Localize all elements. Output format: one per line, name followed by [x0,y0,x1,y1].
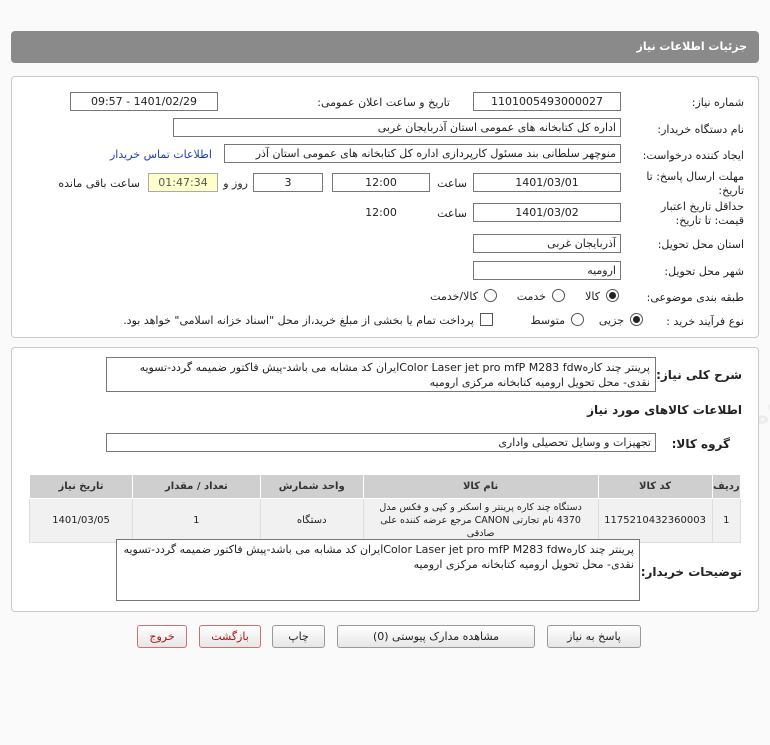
reply-time-field: 12:00 [332,173,430,192]
reply-time-label: ساعت [437,177,467,190]
remaining-label: ساعت باقی مانده [58,177,140,190]
attachments-button[interactable]: مشاهده مدارک پیوستی (0) [337,625,535,648]
cell-code: 1175210432360003 [597,498,713,543]
category-radio-goods[interactable] [606,289,619,302]
col-date: تاریخ نیاز [28,474,134,499]
cell-qty: 1 [132,498,261,543]
category-radio-goods-service[interactable] [484,289,497,302]
treasury-payment-checkbox[interactable] [480,313,493,326]
city-field: ارومیه [473,261,621,280]
cell-row: 1 [711,498,742,543]
goods-group-field: تجهیزات و وسایل تحصیلی واداری [106,433,656,452]
treasury-payment-note: پرداخت تمام یا بخشی از مبلغ خرید،از محل … [123,314,474,327]
process-option-medium: متوسط [530,314,565,327]
goods-table: ردیف کد کالا نام کالا واحد شمارش تعداد /… [28,474,742,543]
category-option-goods-service: کالا/خدمت [430,290,478,303]
reply-date-field: 1401/03/01 [473,173,621,192]
category-label: طبقه بندی موضوعی: [646,291,744,304]
validity-date-field: 1401/03/02 [473,203,621,222]
cell-name: دستگاه چند کاره پرینتر و اسکنر و کپی و ف… [362,498,599,543]
buyer-contact-link[interactable]: اطلاعات تماس خریدار [110,148,212,161]
days-label: روز و [223,177,248,190]
goods-group-label: گروه کالا: [671,437,730,451]
need-number-label: شماره نیاز: [691,96,744,109]
buyer-org-label: نام دستگاه خریدار: [657,123,744,136]
page-title: جزئیات اطلاعات نیاز [11,31,759,63]
col-qty: تعداد / مقدار [132,474,261,499]
col-row: ردیف [711,474,742,499]
process-radio-minor[interactable] [630,313,643,326]
category-option-service: خدمت [516,290,546,303]
city-label: شهر محل تحویل: [664,265,744,278]
process-radio-medium[interactable] [571,313,584,326]
col-name: نام کالا [362,474,599,499]
table-row: 1 1175210432360003 دستگاه چند کاره پرینت… [28,498,742,543]
validity-label-2: قیمت: تا تاریخ: [675,214,744,227]
creator-label: ایجاد کننده درخواست: [642,149,744,162]
category-radio-service[interactable] [552,289,565,302]
reply-deadline-label-2: تاریخ: [718,184,744,197]
reply-button[interactable]: پاسخ به نیاز [547,625,641,648]
goods-section-title: اطلاعات کالاهای مورد نیاز [587,403,742,417]
need-number-field: 1101005493000027 [473,92,621,111]
cell-unit: دستگاه [259,498,364,543]
creator-field: منوچهر سلطانی بند مسئول کارپردازی اداره … [224,144,621,163]
back-button[interactable]: بازگشت [199,625,261,648]
buyer-notes-label: توضیحات خریدار: [640,565,742,579]
print-button[interactable]: چاپ [272,625,325,648]
exit-button[interactable]: خروج [137,625,187,648]
category-option-goods: کالا [585,290,600,303]
remaining-time-field: 01:47:34 [148,173,218,192]
announce-field: 1401/02/29 - 09:57 [70,92,218,111]
process-option-minor: جزیی [598,314,624,327]
buyer-org-field: اداره کل کتابخانه های عمومی استان آذربای… [173,118,621,137]
days-field: 3 [253,173,323,192]
process-label: نوع فرآیند خرید : [666,315,744,328]
province-label: استان محل تحویل: [657,238,744,251]
col-code: کد کالا [597,474,713,499]
summary-text: پرینتر چند کارهColor Laser jet pro mfP M… [106,357,656,392]
cell-date: 1401/03/05 [28,498,134,543]
page: ParsNamadData پایگاه اطلاع رسانی مناقصات… [0,0,770,745]
summary-label: شرح کلی نیاز: [656,368,742,382]
validity-label: حداقل تاریخ اعتبار [660,200,744,213]
validity-time-label: ساعت [437,207,467,220]
validity-time-field: 12:00 [365,206,397,219]
buyer-notes-text: پرینتر چند کارهColor Laser jet pro mfP M… [116,539,640,601]
col-unit: واحد شمارش [259,474,364,499]
reply-deadline-label: مهلت ارسال پاسخ: تا [646,170,744,183]
announce-label: تاریخ و ساعت اعلان عمومی: [317,96,450,109]
province-field: آذربایجان غربی [473,234,621,253]
